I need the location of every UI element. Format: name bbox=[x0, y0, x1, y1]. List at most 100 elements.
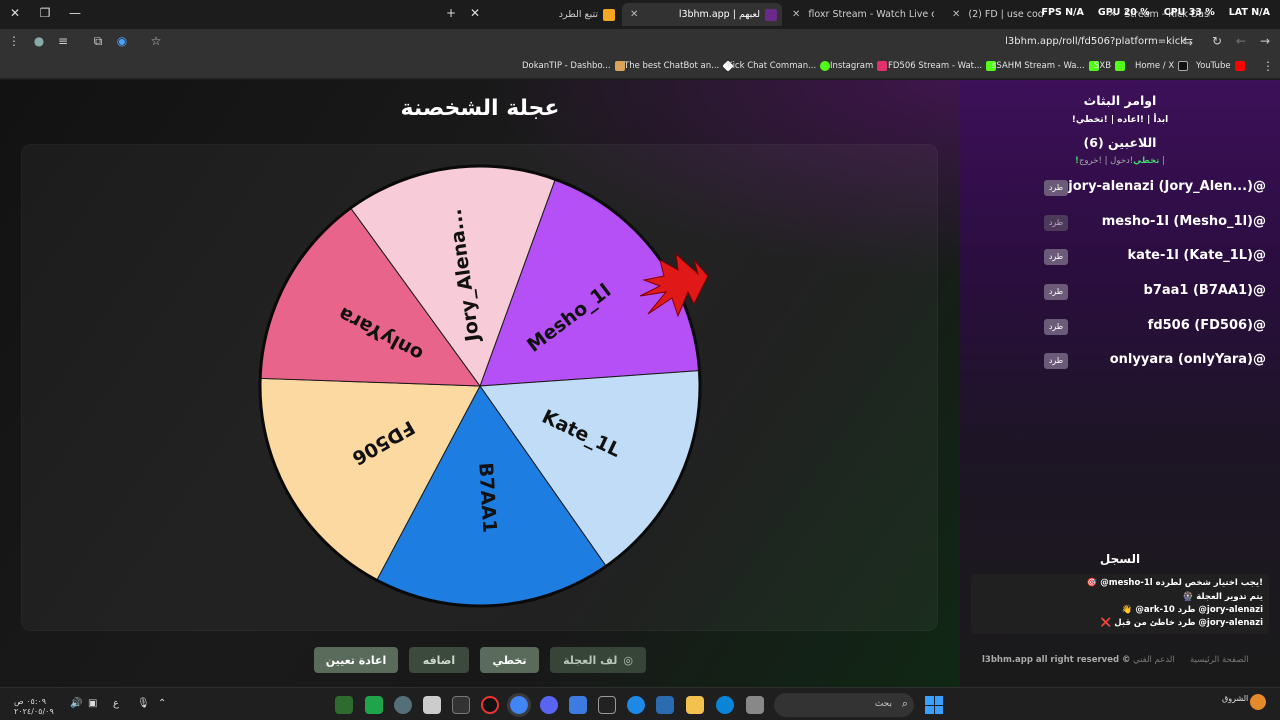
discord-icon[interactable] bbox=[540, 696, 558, 714]
youtube-icon bbox=[1234, 61, 1245, 71]
footer-home-link[interactable]: الصفحة الرئيسية bbox=[1190, 655, 1249, 665]
extensions-icon[interactable]: ⧉ bbox=[90, 34, 106, 49]
tab-title: (2) FD | use code FRL or AST1 | bbox=[968, 9, 1044, 20]
bookmarks-bar: DokanTIP - Dashbo... The best ChatBot an… bbox=[0, 55, 1280, 79]
settings-app-icon[interactable] bbox=[394, 696, 412, 714]
commands-list: !ابدأ | !اعاده | !تخطي bbox=[1071, 115, 1169, 125]
menu-icon[interactable]: ⋮ bbox=[6, 34, 22, 48]
kick-button[interactable]: طرد bbox=[1044, 180, 1068, 196]
close-tab-icon[interactable]: ✕ bbox=[630, 9, 638, 20]
clock[interactable]: ٠٥:٠٩ ص ٢٠٢٤/٠٥/٠٩ bbox=[14, 697, 54, 717]
chrome-icon[interactable] bbox=[507, 693, 531, 717]
obs-icon[interactable] bbox=[481, 696, 499, 714]
player-row: طرد kate-1l (Kate_1L)@ bbox=[960, 246, 1280, 268]
log-entry: 🎡 يتم تدوير العجلة bbox=[1182, 592, 1263, 602]
performance-overlay: FPS N/A GPU 20 % CPU 33 % LAT N/A bbox=[1042, 7, 1271, 18]
defender-icon[interactable] bbox=[656, 696, 674, 714]
new-tab-icon[interactable]: + bbox=[442, 6, 460, 20]
calendar-icon[interactable] bbox=[423, 696, 441, 714]
players-commands: !تخطي!دخول | !خروج | bbox=[960, 156, 1280, 166]
tab-fd-stream[interactable]: ✕ (2) FD | use code FRL or AST1 | bbox=[944, 3, 1044, 26]
instagram-icon bbox=[877, 61, 888, 71]
microphone-icon[interactable]: 🎙 bbox=[137, 698, 150, 709]
volume-icon[interactable]: 🔊 bbox=[70, 698, 82, 709]
xbox-icon[interactable] bbox=[335, 696, 353, 714]
add-button[interactable]: اضافه bbox=[409, 647, 469, 673]
bookmark-x[interactable]: Home / X bbox=[1135, 61, 1189, 71]
bookmark-fd506[interactable]: FD506 Stream - Wat... bbox=[888, 61, 997, 71]
kick-button[interactable]: طرد bbox=[1044, 319, 1068, 335]
spin-wheel-button[interactable]: لف العجلة ◎ bbox=[550, 647, 646, 673]
wheel[interactable]: Mesho_1lKate_1LB7AA1FD506onlyYara Jory_Al… bbox=[0, 80, 960, 640]
close-tab-icon[interactable]: ✕ bbox=[792, 9, 800, 20]
player-row: طرد b7aa1 (B7AA1)@ bbox=[960, 281, 1280, 303]
sidebar: اوامر البثاث !ابدأ | !اعاده | !تخطي اللا… bbox=[960, 80, 1280, 687]
kick-button[interactable]: طرد bbox=[1044, 353, 1068, 369]
kick-icon bbox=[820, 61, 831, 71]
tab-track-package[interactable]: تتبع الطرد bbox=[490, 3, 620, 26]
kick-button[interactable]: طرد bbox=[1044, 215, 1068, 231]
search-placeholder: بحث bbox=[874, 699, 892, 709]
close-tab-icon[interactable]: ✕ bbox=[466, 6, 484, 20]
close-window-icon[interactable]: ✕ bbox=[6, 6, 24, 20]
footer: l3bhm.app all right reserved © الدعم الف… bbox=[960, 655, 1280, 669]
kick-button[interactable]: طرد bbox=[1044, 249, 1068, 265]
back-icon[interactable]: → bbox=[1257, 34, 1273, 48]
taskbar: ٠٥:٠٩ ص ٢٠٢٤/٠٥/٠٩ 🔊 ▣ ع 🎙 ⌃ بحث ⌕ الشرو… bbox=[0, 687, 1280, 720]
kick-icon bbox=[1115, 61, 1126, 71]
player-name: kate-1l (Kate_1L)@ bbox=[1127, 248, 1266, 263]
elgato-icon[interactable] bbox=[452, 696, 470, 714]
minimize-window-icon[interactable]: — bbox=[66, 6, 84, 20]
target-icon: ◎ bbox=[623, 653, 633, 667]
player-name: b7aa1 (B7AA1)@ bbox=[1143, 283, 1266, 298]
url-field[interactable]: l3bhm.app/roll/fd506?platform=kick bbox=[1005, 36, 1186, 47]
weather-icon[interactable] bbox=[1250, 694, 1266, 710]
player-row: طرد onlyyara (onlyYara)@ bbox=[960, 350, 1280, 372]
bookmark-sxb[interactable]: SXB bbox=[1094, 61, 1126, 71]
reset-button[interactable]: اعادة تعيين bbox=[314, 647, 398, 673]
network-icon[interactable]: ▣ bbox=[88, 698, 97, 709]
settings-icon[interactable]: ≡ bbox=[55, 34, 71, 48]
app-window-icon[interactable] bbox=[746, 696, 764, 714]
app-drop-icon[interactable] bbox=[627, 696, 645, 714]
read-aloud-icon[interactable]: ◉ bbox=[114, 34, 130, 48]
weather-label[interactable]: الشروق bbox=[1222, 694, 1248, 703]
tab-title: floxr Stream - Watch Live on Ki bbox=[808, 9, 934, 20]
tab-l3bhm[interactable]: ✕ l3bhm.app | لعبهم bbox=[622, 3, 782, 26]
capcut-icon[interactable] bbox=[598, 696, 616, 714]
more-bookmarks-icon[interactable]: ⋮ bbox=[1260, 59, 1276, 73]
windows-start-icon[interactable] bbox=[925, 696, 943, 714]
kick-button[interactable]: طرد bbox=[1044, 284, 1068, 300]
tab-title: تتبع الطرد bbox=[558, 9, 598, 20]
close-tab-icon[interactable]: ✕ bbox=[952, 9, 960, 20]
footer-brand: l3bhm.app all right reserved © bbox=[982, 655, 1131, 665]
site-settings-icon[interactable]: ⇆ bbox=[1180, 34, 1196, 48]
clock-date: ٢٠٢٤/٠٥/٠٩ bbox=[14, 707, 54, 716]
log-entry: 🎯 @mesho-1l يجب اختيار شخص لطرده! bbox=[1086, 578, 1263, 588]
bookmark-ssahm[interactable]: sSAHM Stream - Wa... bbox=[992, 61, 1099, 71]
favorite-star-icon[interactable]: ☆ bbox=[148, 34, 164, 48]
footer-support-link[interactable]: الدعم الفني bbox=[1133, 655, 1175, 665]
log-title: السجل bbox=[1099, 552, 1141, 566]
bookmark-kick-chat[interactable]: Kick Chat Comman... bbox=[727, 61, 831, 71]
skip-button[interactable]: تخطي bbox=[480, 647, 539, 673]
tab-floxr-stream[interactable]: ✕ floxr Stream - Watch Live on Ki bbox=[784, 3, 934, 26]
bookmark-instagram[interactable]: Instagram bbox=[830, 61, 888, 71]
reload-icon[interactable]: ↻ bbox=[1209, 34, 1225, 48]
profile-icon[interactable]: ● bbox=[31, 34, 47, 48]
forward-icon[interactable]: ← bbox=[1233, 34, 1249, 48]
address-bar: ⋮ ● ≡ ⧉ ◉ ☆ l3bhm.app/roll/fd506?platfor… bbox=[0, 29, 1280, 55]
x-icon bbox=[1178, 61, 1189, 71]
edge-icon[interactable] bbox=[716, 696, 734, 714]
wheel-segment-label: B7AA1 bbox=[474, 462, 500, 534]
bookmark-chatbot[interactable]: The best ChatBot an... bbox=[624, 60, 734, 72]
file-explorer-icon[interactable] bbox=[686, 696, 704, 714]
taskbar-search[interactable]: بحث ⌕ bbox=[774, 693, 914, 717]
app-blue-icon[interactable] bbox=[569, 696, 587, 714]
app-green-icon[interactable] bbox=[365, 696, 383, 714]
bookmark-youtube[interactable]: YouTube bbox=[1196, 61, 1245, 71]
bookmark-dokantip[interactable]: DokanTIP - Dashbo... bbox=[522, 61, 625, 71]
restore-window-icon[interactable]: ❐ bbox=[36, 6, 54, 20]
language-indicator[interactable]: ع bbox=[113, 698, 119, 709]
tray-chevron-icon[interactable]: ⌃ bbox=[158, 698, 166, 709]
